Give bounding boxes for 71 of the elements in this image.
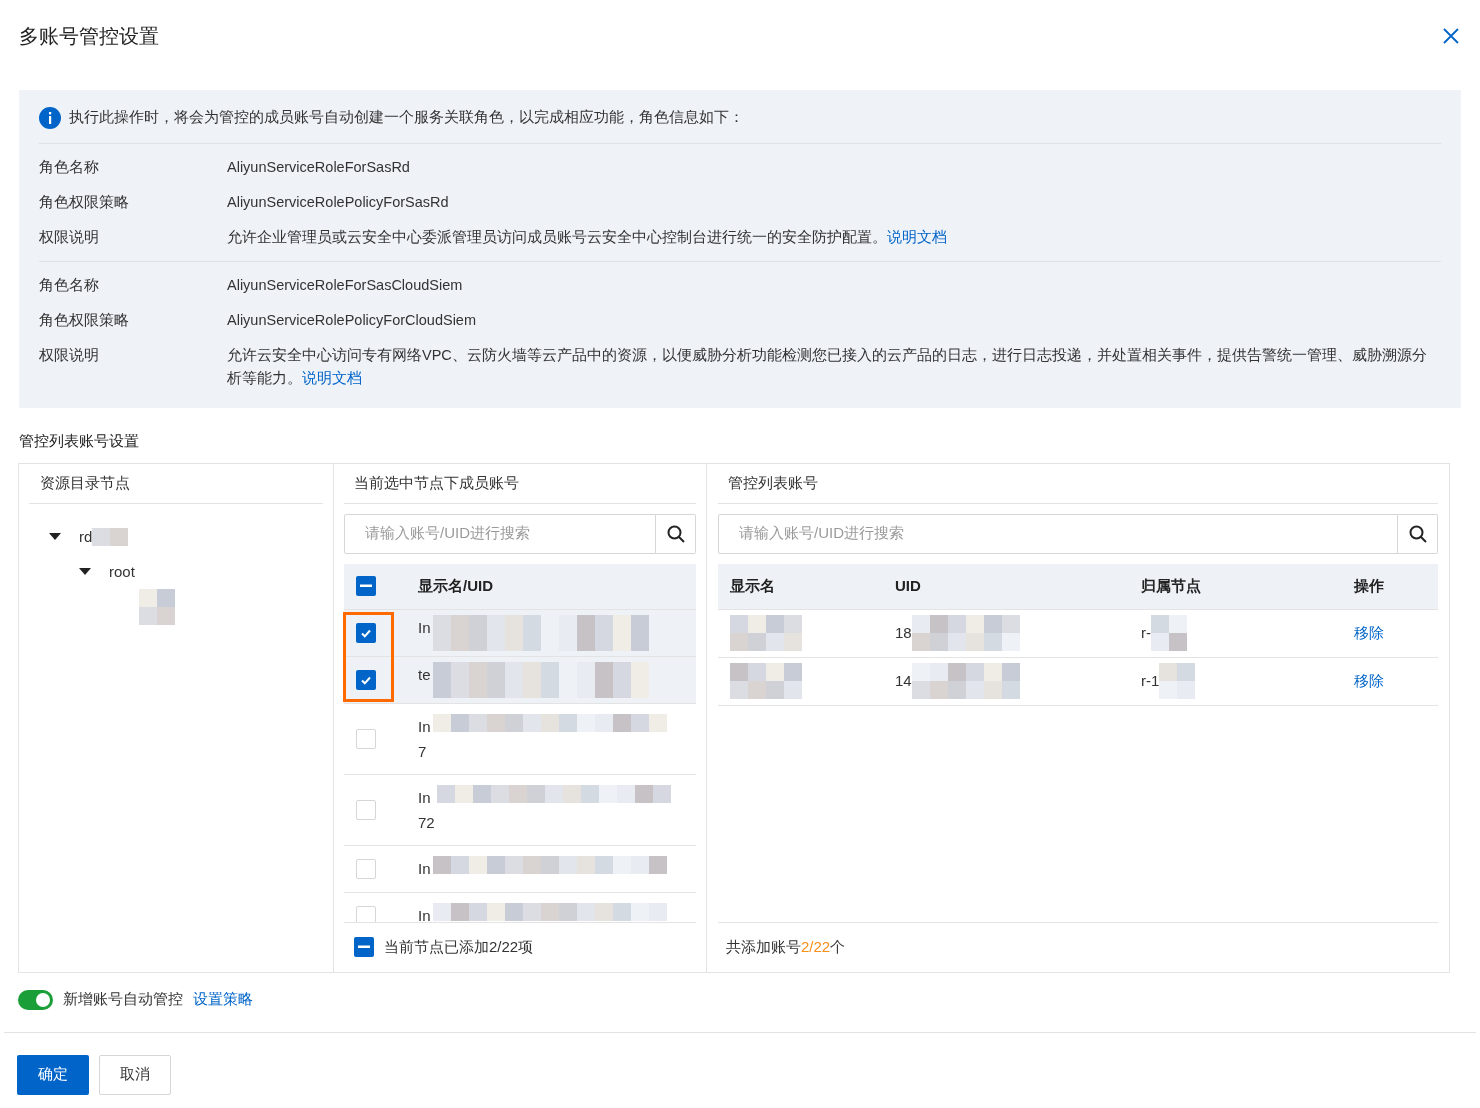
column-header: UID — [895, 575, 922, 596]
account-text: te — [418, 664, 431, 685]
redaction-mosaic — [1151, 615, 1187, 651]
account-text: 72 — [418, 812, 435, 833]
column-header: 归属节点 — [1141, 575, 1202, 596]
uid-text: 18 — [895, 622, 912, 643]
account-text: In — [418, 617, 431, 638]
checkbox[interactable] — [356, 905, 376, 922]
doc-link[interactable]: 说明文档 — [302, 370, 362, 386]
tree-node-label[interactable]: rd — [79, 525, 93, 549]
field-value: AliyunServiceRolePolicyForSasRd — [227, 193, 450, 212]
table-row[interactable]: te — [344, 656, 696, 704]
field-label: 权限说明 — [39, 228, 100, 247]
search-icon — [666, 524, 685, 543]
search-field[interactable]: 请输入账号/UID进行搜索 — [344, 513, 656, 554]
redaction-mosaic — [730, 615, 802, 651]
confirm-button[interactable]: 确定 — [17, 1054, 89, 1095]
column-header: 操作 — [1354, 575, 1385, 596]
tree-node-label[interactable]: root — [109, 560, 135, 584]
selection-summary: 当前节点已添加2/22项 — [384, 936, 534, 957]
minus-icon — [360, 584, 372, 588]
table-row[interactable]: In — [344, 609, 696, 657]
field-label: 角色名称 — [39, 158, 100, 177]
doc-link[interactable]: 说明文档 — [887, 229, 947, 245]
search-button[interactable] — [1398, 513, 1438, 554]
checkbox[interactable] — [356, 622, 376, 643]
field-value: AliyunServiceRoleForSasRd — [227, 158, 411, 177]
account-text: In — [418, 906, 431, 922]
policy-link[interactable]: 设置策略 — [193, 988, 253, 1011]
search-icon — [1408, 524, 1427, 543]
account-text: In — [418, 716, 431, 737]
redaction-mosaic — [730, 663, 802, 699]
field-label: 权限说明 — [39, 346, 100, 365]
toggle-switch[interactable] — [18, 989, 53, 1010]
field-label: 角色权限策略 — [39, 311, 130, 330]
section-title: 管控列表账号设置 — [18, 431, 140, 451]
remove-link[interactable]: 移除 — [1354, 623, 1384, 641]
column-header: 显示名 — [730, 575, 776, 596]
field-label: 角色权限策略 — [39, 193, 130, 212]
field-value: 允许云安全中心访问专有网络VPC、云防火墙等云产品中的资源，以便威胁分析功能检测您已接入的云产品的日志，进行日志投递，并处置相关事件，提供告警统一管理、威胁溯源分析等能力。说明文档 — [227, 346, 1428, 388]
redaction-mosaic — [1159, 663, 1196, 699]
search-field[interactable]: 请输入账号/UID进行搜索 — [718, 513, 1398, 554]
field-label: 角色名称 — [39, 276, 100, 295]
added-summary: 共添加账号2/22个 — [718, 921, 1438, 972]
search-button[interactable] — [656, 513, 696, 554]
field-value: AliyunServiceRoleForSasCloudSiem — [227, 276, 464, 295]
node-text: r- — [1141, 622, 1151, 643]
panel-title: 管控列表账号 — [718, 463, 1438, 504]
checkbox[interactable] — [356, 799, 376, 820]
node-text: r-1 — [1141, 670, 1160, 691]
account-text: 7 — [418, 741, 428, 762]
checkbox[interactable] — [354, 937, 374, 957]
panel-title: 资源目录节点 — [29, 463, 323, 504]
checkbox[interactable] — [356, 858, 376, 879]
column-header: 显示名/UID — [418, 575, 493, 596]
minus-icon — [358, 945, 370, 949]
account-text: In — [418, 787, 432, 808]
info-icon — [39, 107, 61, 129]
panel-title: 当前选中节点下成员账号 — [344, 463, 696, 504]
remove-link[interactable]: 移除 — [1354, 671, 1384, 689]
field-value: 允许企业管理员或云安全中心委派管理员访问成员账号云安全中心控制台进行统一的安全防护配置。说明文档 — [227, 228, 948, 247]
dialog-title: 多账号管控设置 — [19, 24, 159, 49]
toggle-label: 新增账号自动管控 — [63, 989, 183, 1010]
field-value: AliyunServiceRolePolicyForCloudSiem — [227, 311, 477, 330]
checkbox[interactable] — [356, 728, 376, 749]
cancel-button[interactable]: 取消 — [99, 1054, 171, 1095]
checkbox[interactable] — [356, 669, 376, 690]
info-message: 执行此操作时，将会为管控的成员账号自动创建一个服务关联角色，以完成相应功能，角色信息如下： — [69, 108, 744, 128]
checkbox[interactable] — [356, 576, 376, 596]
account-text: In — [418, 859, 431, 879]
uid-text: 14 — [895, 670, 912, 691]
